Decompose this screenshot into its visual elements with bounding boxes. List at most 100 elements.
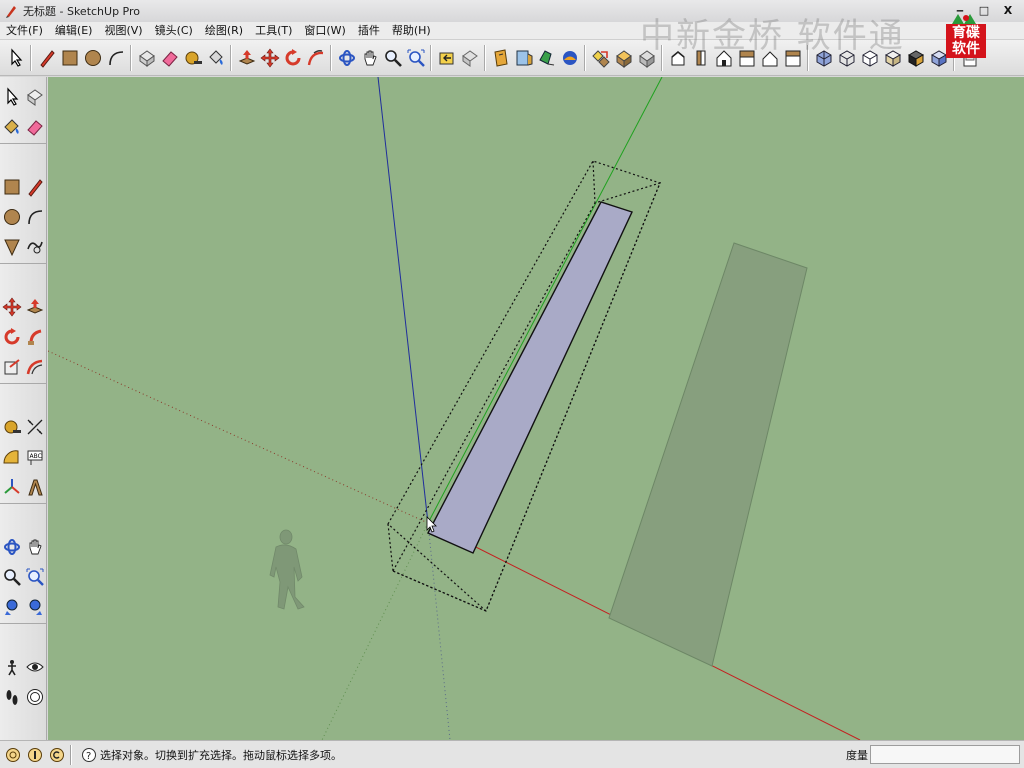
- walk-icon: [6, 690, 17, 705]
- position-camera-icon: [7, 660, 16, 676]
- move-tool-button[interactable]: [258, 45, 281, 71]
- section-icon: [26, 689, 43, 705]
- left-look-around-button[interactable]: [23, 652, 46, 682]
- eraser-tool-button[interactable]: [158, 45, 181, 71]
- pencil-tool-button[interactable]: [35, 45, 58, 71]
- status-message: 选择对象。切换到扩充选择。拖动鼠标选择多项。: [100, 748, 342, 762]
- scale-icon: [4, 359, 20, 375]
- left-rectangle-button[interactable]: [0, 172, 23, 202]
- left-push-pull-button[interactable]: [23, 292, 46, 322]
- credits-button[interactable]: [26, 746, 44, 764]
- pan-icon: [29, 539, 42, 555]
- shadow-plane[interactable]: [608, 242, 808, 667]
- arc-tool-button[interactable]: [104, 45, 127, 71]
- left-follow-me-button[interactable]: [23, 322, 46, 352]
- left-orbit-button[interactable]: [0, 532, 23, 562]
- left-axes-button[interactable]: [0, 472, 23, 502]
- drawing-viewport[interactable]: [48, 77, 1024, 740]
- walk-icon: [516, 50, 532, 65]
- shaded-texture-button[interactable]: [904, 45, 927, 71]
- paint-bucket-button[interactable]: [204, 45, 227, 71]
- left-arc-button[interactable]: [23, 202, 46, 232]
- left-component-button[interactable]: [23, 82, 46, 112]
- green-axis-line: [427, 77, 663, 524]
- follow-me-button[interactable]: [304, 45, 327, 71]
- copyright-icon: [50, 747, 64, 762]
- zoom-tool-button[interactable]: [381, 45, 404, 71]
- menu-window[interactable]: 窗口(W): [298, 22, 351, 40]
- styles-button[interactable]: [612, 45, 635, 71]
- pan-tool-button[interactable]: [358, 45, 381, 71]
- window-title: 无标题 - SketchUp Pro: [23, 5, 141, 18]
- left-circle-button[interactable]: [0, 202, 23, 232]
- menu-file[interactable]: 文件(F): [0, 22, 49, 40]
- text-icon: ABC: [27, 450, 42, 465]
- select-icon: [10, 47, 22, 67]
- menu-tools[interactable]: 工具(T): [249, 22, 298, 40]
- 3d-text-icon: [27, 479, 43, 496]
- instructor-button[interactable]: ?: [80, 746, 98, 764]
- left-line-button[interactable]: [23, 172, 46, 202]
- left-tape-button[interactable]: [0, 412, 23, 442]
- left-paint-button[interactable]: [0, 112, 23, 142]
- menu-camera[interactable]: 镜头(C): [149, 22, 199, 40]
- left-offset-button[interactable]: [23, 352, 46, 382]
- menu-plugins[interactable]: 插件: [352, 22, 386, 40]
- rectangle-tool-button[interactable]: [58, 45, 81, 71]
- rotate-tool-button[interactable]: [281, 45, 304, 71]
- left-eraser-button[interactable]: [23, 112, 46, 142]
- rotate-icon: [4, 328, 19, 345]
- menu-draw[interactable]: 绘图(R): [199, 22, 249, 40]
- zoom-extents-button[interactable]: [404, 45, 427, 71]
- orbit-tool-button[interactable]: [335, 45, 358, 71]
- left-section-button[interactable]: [23, 682, 46, 712]
- menu-view[interactable]: 视图(V): [98, 22, 148, 40]
- left-freehand-button[interactable]: [23, 232, 46, 262]
- left-3d-text-button[interactable]: [23, 472, 46, 502]
- menu-edit[interactable]: 编辑(E): [49, 22, 99, 40]
- section-plane-button[interactable]: [489, 45, 512, 71]
- green-axis-dotted: [321, 522, 429, 740]
- layer-icon: [591, 49, 610, 68]
- select-tool-button[interactable]: [4, 45, 27, 71]
- left-move-button[interactable]: [0, 292, 23, 322]
- left-rotate-button[interactable]: [0, 322, 23, 352]
- circle-tool-button[interactable]: [81, 45, 104, 71]
- close-button[interactable]: X: [998, 2, 1018, 18]
- push-pull-button[interactable]: [235, 45, 258, 71]
- tape-measure-button[interactable]: [181, 45, 204, 71]
- left-pan-button[interactable]: [23, 532, 46, 562]
- left-previous-button[interactable]: [23, 592, 46, 622]
- left-zoom-extents-button[interactable]: [0, 592, 23, 622]
- rectangle-icon: [4, 179, 19, 195]
- left-scale-button[interactable]: [0, 352, 23, 382]
- pencil-icon: [39, 49, 55, 68]
- next-view-button[interactable]: [458, 45, 481, 71]
- look-around-button[interactable]: [558, 45, 581, 71]
- selected-rectangle-face[interactable]: [427, 201, 633, 554]
- left-position-camera-button[interactable]: [0, 652, 23, 682]
- left-polygon-button[interactable]: [0, 232, 23, 262]
- arc-icon: [27, 210, 42, 225]
- left-walk-button[interactable]: [0, 682, 23, 712]
- left-text-button[interactable]: ABC: [23, 442, 46, 472]
- watermark-text: 中新金桥 软件通: [640, 16, 905, 56]
- walk-tool-button[interactable]: [512, 45, 535, 71]
- svg-text:ABC: ABC: [29, 453, 41, 460]
- left-zoom-button[interactable]: [0, 562, 23, 592]
- copyright-button[interactable]: [48, 746, 66, 764]
- geo-location-button[interactable]: [4, 746, 22, 764]
- make-component-button[interactable]: [135, 45, 158, 71]
- left-dimension-button[interactable]: [23, 412, 46, 442]
- eraser-icon: [26, 120, 43, 136]
- left-select-button[interactable]: [0, 82, 23, 112]
- previous-view-button[interactable]: [435, 45, 458, 71]
- rotate-icon: [285, 48, 300, 65]
- left-protractor-button[interactable]: [0, 442, 23, 472]
- left-zoom-window-button[interactable]: [23, 562, 46, 592]
- make-component-icon: [138, 49, 155, 67]
- position-camera-button[interactable]: [535, 45, 558, 71]
- measurements-input[interactable]: [870, 745, 1020, 764]
- menu-help[interactable]: 帮助(H): [386, 22, 437, 40]
- layers-button[interactable]: [589, 45, 612, 71]
